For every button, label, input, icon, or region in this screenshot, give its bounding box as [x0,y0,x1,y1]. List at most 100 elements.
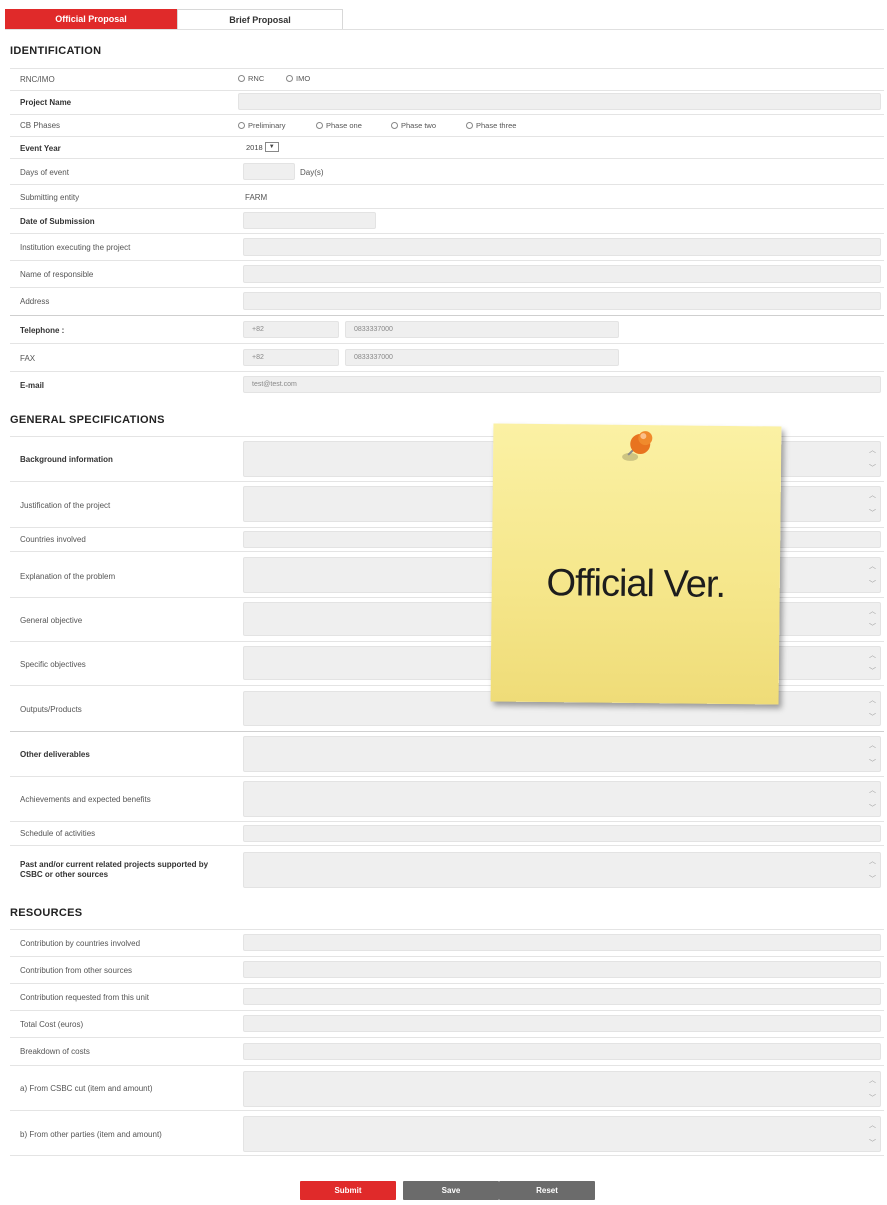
institution-input[interactable] [243,238,881,256]
date-submission-label: Date of Submission [20,217,95,226]
general-objective-label: General objective [20,616,83,625]
days-input[interactable] [243,163,295,180]
row-address: Address [10,287,884,314]
tab-official-proposal[interactable]: Official Proposal [5,9,177,29]
project-name-input[interactable] [238,93,881,110]
row-rnc-imo: RNC/IMO RNC IMO [10,68,884,90]
row-contribution-countries: Contribution by countries involved [10,929,884,956]
fax-code-value: +82 [252,354,264,361]
scroll-arrows-icon: ︿ ﹀ [869,858,876,883]
total-cost-label: Total Cost (euros) [20,1020,84,1029]
row-other-deliverables: Other deliverables ︿ ﹀ [10,731,884,776]
countries-label: Countries involved [20,535,86,544]
row-days-of-event: Days of event Day(s) [10,158,884,184]
scroll-arrows-icon: ︿ ﹀ [869,742,876,767]
reset-button[interactable]: Reset [499,1181,595,1200]
radio-phase-one[interactable]: Phase one [316,121,362,130]
other-deliverables-label: Other deliverables [20,750,90,759]
schedule-label: Schedule of activities [20,829,96,838]
radio-circle-icon [238,75,245,82]
scroll-arrows-icon: ︿ ﹀ [869,697,876,721]
save-button[interactable]: Save [403,1181,499,1200]
fax-label: FAX [20,354,36,363]
address-label: Address [20,297,50,306]
total-cost-input[interactable] [243,1015,881,1032]
sticky-note: Official Ver. [490,423,782,705]
past-projects-textarea[interactable]: ︿ ﹀ [243,852,881,888]
submit-button[interactable]: Submit [300,1181,396,1200]
from-other-parties-label: b) From other parties (item and amount) [20,1130,162,1139]
tab-brief-proposal[interactable]: Brief Proposal [177,9,343,29]
rnc-imo-label: RNC/IMO [20,75,55,84]
telephone-number-value: 0833337000 [354,326,393,333]
past-projects-label: Past and/or current related projects sup… [20,860,209,879]
fax-number-value: 0833337000 [354,354,393,361]
schedule-input[interactable] [243,825,881,842]
cb-phases-label: CB Phases [20,121,61,130]
radio-phase-three[interactable]: Phase three [466,121,516,130]
address-input[interactable] [243,292,881,310]
project-name-label: Project Name [20,98,72,107]
row-breakdown: Breakdown of costs [10,1037,884,1065]
event-year-label: Event Year [20,144,61,153]
scroll-arrows-icon: ︿ ﹀ [869,787,876,812]
radio-imo-label: IMO [296,74,311,83]
explanation-label: Explanation of the problem [20,572,116,581]
radio-rnc[interactable]: RNC [238,74,264,83]
scroll-arrows-icon: ︿ ﹀ [869,1077,876,1102]
radio-circle-icon [466,122,473,129]
row-submitting-entity: Submitting entity FARM [10,184,884,208]
row-date-submission: Date of Submission [10,208,884,233]
resources-heading: RESOURCES [10,907,83,919]
row-project-name: Project Name [10,90,884,114]
radio-circle-icon [286,75,293,82]
row-cb-phases: CB Phases Preliminary Phase one Phase tw… [10,114,884,136]
radio-preliminary-label: Preliminary [248,121,286,130]
row-schedule: Schedule of activities [10,821,884,845]
date-submission-input[interactable] [243,212,376,229]
submitting-entity-label: Submitting entity [20,193,80,202]
from-other-parties-textarea[interactable]: ︿ ﹀ [243,1116,881,1152]
radio-phase-three-label: Phase three [476,121,517,130]
submitting-entity-value: FARM [245,193,268,202]
radio-circle-icon [238,122,245,129]
fax-number-input[interactable]: 0833337000 [345,349,619,366]
radio-circle-icon [391,122,398,129]
radio-imo[interactable]: IMO [286,74,310,83]
contribution-countries-input[interactable] [243,934,881,951]
row-email: E-mail test@test.com [10,371,884,397]
from-csbc-textarea[interactable]: ︿ ﹀ [243,1071,881,1107]
general-specifications-heading: GENERAL SPECIFICATIONS [10,414,165,426]
days-label: Days of event [20,168,69,177]
scroll-arrows-icon: ︿ ﹀ [869,563,876,588]
achievements-label: Achievements and expected benefits [20,795,151,804]
from-csbc-label: a) From CSBC cut (item and amount) [20,1084,153,1093]
radio-rnc-label: RNC [248,74,265,83]
scroll-arrows-icon: ︿ ﹀ [869,1122,876,1147]
row-contribution-requested: Contribution requested from this unit [10,983,884,1010]
row-responsible: Name of responsible [10,260,884,287]
contribution-countries-label: Contribution by countries involved [20,939,141,948]
achievements-textarea[interactable]: ︿ ﹀ [243,781,881,817]
email-input[interactable]: test@test.com [243,376,881,393]
breakdown-input[interactable] [243,1043,881,1060]
breakdown-label: Breakdown of costs [20,1047,90,1056]
row-fax: FAX +82 0833337000 [10,343,884,371]
contribution-requested-input[interactable] [243,988,881,1005]
scroll-arrows-icon: ︿ ﹀ [869,447,876,472]
radio-phase-two[interactable]: Phase two [391,121,436,130]
telephone-code-input[interactable]: +82 [243,321,339,338]
telephone-number-input[interactable]: 0833337000 [345,321,619,338]
contribution-requested-label: Contribution requested from this unit [20,993,149,1002]
email-value: test@test.com [252,381,297,388]
responsible-input[interactable] [243,265,881,283]
row-telephone: Telephone : +82 0833337000 [10,315,884,343]
event-year-select[interactable]: 2018 ▼ [246,142,279,152]
fax-code-input[interactable]: +82 [243,349,339,366]
scroll-arrows-icon: ︿ ﹀ [869,608,876,631]
other-deliverables-textarea[interactable]: ︿ ﹀ [243,736,881,772]
scroll-arrows-icon: ︿ ﹀ [869,492,876,517]
email-label: E-mail [20,381,45,390]
radio-preliminary[interactable]: Preliminary [238,121,286,130]
contribution-other-input[interactable] [243,961,881,978]
